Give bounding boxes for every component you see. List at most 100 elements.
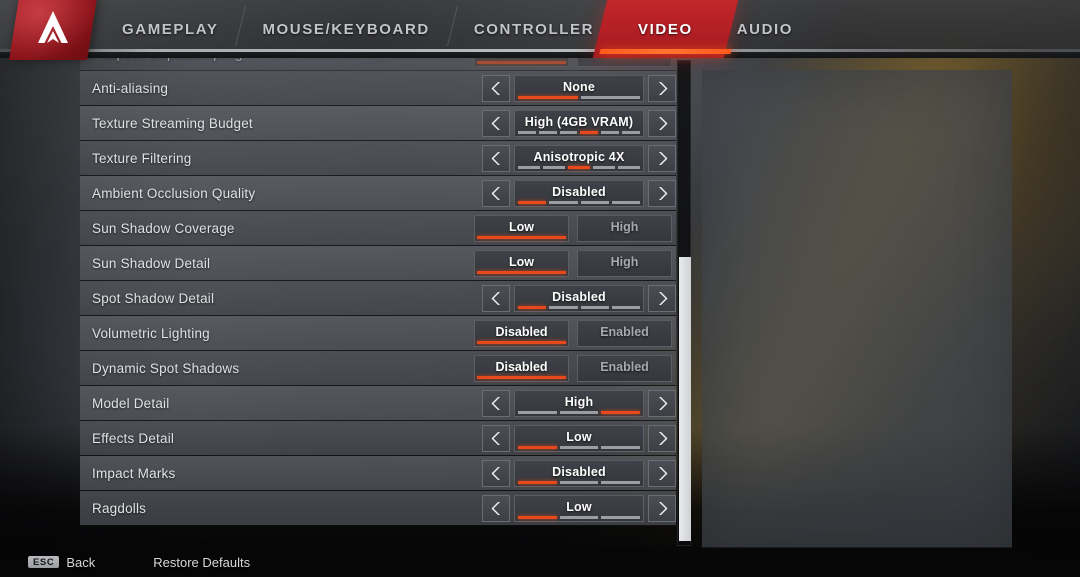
- video-settings-panel: Adaptive Supersampling Disabled Enabled Ant…: [80, 58, 692, 546]
- impact-marks-next-arrow-icon[interactable]: [648, 460, 676, 487]
- segment-indicator: [622, 131, 640, 134]
- sun-shadow-detail-option-low[interactable]: Low: [474, 250, 569, 277]
- spot-shadow-detail-control[interactable]: Disabled: [482, 281, 676, 316]
- adaptive-supersampling-control[interactable]: Disabled Enabled: [470, 58, 676, 71]
- back-action[interactable]: ESC Back: [0, 555, 95, 570]
- tab-label: GAMEPLAY: [122, 20, 219, 38]
- model-detail-label: Model Detail: [92, 395, 170, 411]
- ragdolls-control[interactable]: Low: [482, 491, 676, 526]
- segment-indicator: [568, 166, 590, 169]
- segment-indicator: [559, 411, 599, 414]
- ambient-occlusion-quality-prev-arrow-icon[interactable]: [482, 180, 510, 207]
- impact-marks-control[interactable]: Disabled: [482, 456, 676, 491]
- model-detail-prev-arrow-icon[interactable]: [482, 390, 510, 417]
- model-detail-next-arrow-icon[interactable]: [648, 390, 676, 417]
- sun-shadow-coverage-control[interactable]: Low High: [470, 211, 676, 246]
- tab-video[interactable]: VIDEO: [592, 0, 738, 58]
- setting-row-ragdolls[interactable]: Ragdolls Low: [80, 491, 676, 526]
- texture-filtering-label: Texture Filtering: [92, 150, 192, 166]
- setting-row-ambient-occlusion-quality[interactable]: Ambient Occlusion Quality Disabled: [80, 176, 676, 211]
- setting-row-impact-marks[interactable]: Impact Marks Disabled: [80, 456, 676, 491]
- texture-streaming-budget-value-box[interactable]: High (4GB VRAM): [514, 110, 644, 137]
- anti-aliasing-prev-arrow-icon[interactable]: [482, 75, 510, 102]
- anti-aliasing-value-box[interactable]: None: [514, 75, 644, 102]
- ragdolls-next-arrow-icon[interactable]: [648, 495, 676, 522]
- segment-indicator: [580, 306, 609, 309]
- setting-row-dynamic-spot-shadows[interactable]: Dynamic Spot Shadows Disabled Enabled: [80, 351, 676, 386]
- sun-shadow-detail-option-label: High: [610, 255, 639, 269]
- ragdolls-value-box[interactable]: Low: [514, 495, 644, 522]
- setting-row-texture-filtering[interactable]: Texture Filtering Anisotropic 4X: [80, 141, 676, 176]
- dynamic-spot-shadows-option-label: Disabled: [495, 360, 548, 374]
- sun-shadow-coverage-option-high[interactable]: High: [577, 215, 672, 242]
- sun-shadow-detail-option-high[interactable]: High: [577, 250, 672, 277]
- texture-filtering-control[interactable]: Anisotropic 4X: [482, 141, 676, 176]
- settings-preview-pane: [702, 70, 1012, 548]
- segment-indicator: [518, 516, 557, 519]
- ambient-occlusion-quality-control[interactable]: Disabled: [482, 176, 676, 211]
- ambient-occlusion-quality-level-indicator: [518, 201, 640, 204]
- settings-tab-bar[interactable]: GAMEPLAY MOUSE/KEYBOARD CONTROLLER VIDEO…: [0, 0, 1080, 58]
- texture-streaming-budget-control[interactable]: High (4GB VRAM): [482, 106, 676, 141]
- setting-row-spot-shadow-detail[interactable]: Spot Shadow Detail Disabled: [80, 281, 676, 316]
- texture-streaming-budget-next-arrow-icon[interactable]: [648, 110, 676, 137]
- dynamic-spot-shadows-option-disabled[interactable]: Disabled: [474, 355, 569, 382]
- setting-row-sun-shadow-detail[interactable]: Sun Shadow Detail Low High: [80, 246, 676, 281]
- adaptive-supersampling-option-disabled[interactable]: Disabled: [474, 58, 569, 67]
- effects-detail-next-arrow-icon[interactable]: [648, 425, 676, 452]
- segment-indicator: [549, 201, 578, 204]
- texture-filtering-value-box[interactable]: Anisotropic 4X: [514, 145, 644, 172]
- effects-detail-value-box[interactable]: Low: [514, 425, 644, 452]
- volumetric-lighting-option-label: Enabled: [600, 325, 649, 339]
- volumetric-lighting-option-disabled[interactable]: Disabled: [474, 320, 569, 347]
- volumetric-lighting-control[interactable]: Disabled Enabled: [470, 316, 676, 351]
- setting-row-adaptive-supersampling[interactable]: Adaptive Supersampling Disabled Enabled: [80, 58, 676, 71]
- impact-marks-value-box[interactable]: Disabled: [514, 460, 644, 487]
- anti-aliasing-next-arrow-icon[interactable]: [648, 75, 676, 102]
- spot-shadow-detail-prev-arrow-icon[interactable]: [482, 285, 510, 312]
- spot-shadow-detail-next-arrow-icon[interactable]: [648, 285, 676, 312]
- tab-gameplay[interactable]: GAMEPLAY: [100, 0, 247, 58]
- ragdolls-label: Ragdolls: [92, 500, 147, 516]
- tab-controller[interactable]: CONTROLLER: [452, 0, 616, 58]
- sun-shadow-detail-control[interactable]: Low High: [470, 246, 676, 281]
- dynamic-spot-shadows-option-enabled[interactable]: Enabled: [577, 355, 672, 382]
- segment-indicator: [518, 166, 540, 169]
- model-detail-control[interactable]: High: [482, 386, 676, 421]
- texture-filtering-prev-arrow-icon[interactable]: [482, 145, 510, 172]
- setting-row-texture-streaming-budget[interactable]: Texture Streaming Budget High (4GB VRAM): [80, 106, 676, 141]
- volumetric-lighting-option-label: Disabled: [495, 325, 548, 339]
- texture-filtering-next-arrow-icon[interactable]: [648, 145, 676, 172]
- model-detail-value-box[interactable]: High: [514, 390, 644, 417]
- ambient-occlusion-quality-value-box[interactable]: Disabled: [514, 180, 644, 207]
- setting-row-effects-detail[interactable]: Effects Detail Low: [80, 421, 676, 456]
- setting-row-sun-shadow-coverage[interactable]: Sun Shadow Coverage Low High: [80, 211, 676, 246]
- adaptive-supersampling-option-enabled[interactable]: Enabled: [577, 58, 672, 67]
- settings-scrollbar-thumb[interactable]: [679, 257, 691, 541]
- setting-row-volumetric-lighting[interactable]: Volumetric Lighting Disabled Enabled: [80, 316, 676, 351]
- texture-streaming-budget-prev-arrow-icon[interactable]: [482, 110, 510, 137]
- texture-filtering-level-indicator: [518, 166, 640, 169]
- effects-detail-prev-arrow-icon[interactable]: [482, 425, 510, 452]
- settings-scrollbar-track[interactable]: [677, 60, 691, 546]
- volumetric-lighting-option-enabled[interactable]: Enabled: [577, 320, 672, 347]
- ambient-occlusion-quality-next-arrow-icon[interactable]: [648, 180, 676, 207]
- sun-shadow-coverage-option-low[interactable]: Low: [474, 215, 569, 242]
- effects-detail-control[interactable]: Low: [482, 421, 676, 456]
- segment-indicator: [580, 131, 599, 134]
- tab-mouse-keyboard[interactable]: MOUSE/KEYBOARD: [240, 0, 458, 58]
- setting-row-anti-aliasing[interactable]: Anti-aliasing None: [80, 71, 676, 106]
- impact-marks-prev-arrow-icon[interactable]: [482, 460, 510, 487]
- sun-shadow-detail-option-label: Low: [509, 255, 534, 269]
- spot-shadow-detail-value-box[interactable]: Disabled: [514, 285, 644, 312]
- dynamic-spot-shadows-control[interactable]: Disabled Enabled: [470, 351, 676, 386]
- anti-aliasing-control[interactable]: None: [482, 71, 676, 106]
- segment-indicator: [518, 411, 557, 414]
- restore-defaults-button[interactable]: Restore Defaults: [153, 555, 250, 570]
- tab-audio[interactable]: AUDIO: [715, 0, 815, 58]
- setting-row-model-detail[interactable]: Model Detail High: [80, 386, 676, 421]
- ragdolls-value: Low: [566, 500, 592, 514]
- segment-indicator: [538, 131, 557, 134]
- segment-indicator: [601, 131, 620, 134]
- ragdolls-prev-arrow-icon[interactable]: [482, 495, 510, 522]
